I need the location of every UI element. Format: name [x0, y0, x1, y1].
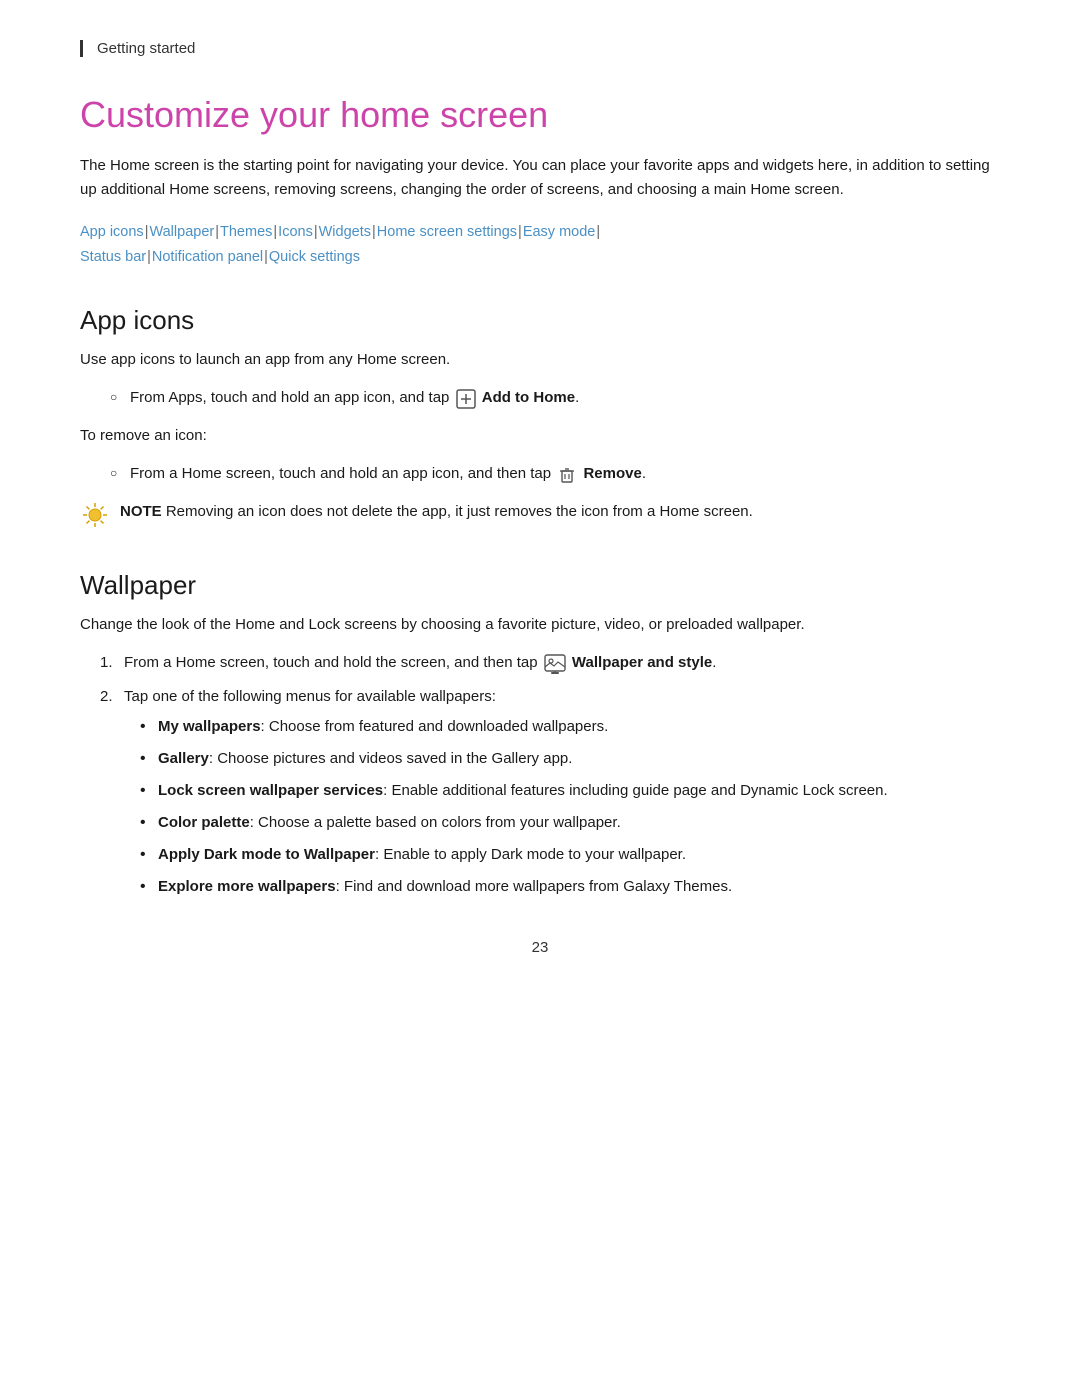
section-app-icons: App icons Use app icons to launch an app… — [80, 305, 1000, 534]
nav-link-quick-settings[interactable]: Quick settings — [269, 249, 360, 265]
nav-link-status-bar[interactable]: Status bar — [80, 249, 146, 265]
bold-dark-mode: Apply Dark mode to Wallpaper — [158, 846, 375, 863]
note-box: NOTE Removing an icon does not delete th… — [80, 500, 1000, 534]
nav-links: App icons|Wallpaper|Themes|Icons|Widgets… — [80, 220, 1000, 269]
gallery-text: : Choose pictures and videos saved in th… — [209, 750, 573, 767]
wallpaper-sub-list: My wallpapers: Choose from featured and … — [124, 715, 1000, 899]
remove-icon-bullet-list: From a Home screen, touch and hold an ap… — [80, 462, 1000, 486]
nav-link-home-screen-settings[interactable]: Home screen settings — [377, 224, 517, 240]
nav-link-notification-panel[interactable]: Notification panel — [152, 249, 263, 265]
list-item: Apply Dark mode to Wallpaper: Enable to … — [140, 843, 1000, 867]
nav-sep-1: | — [145, 224, 149, 240]
bold-text-remove: Remove — [583, 465, 641, 482]
breadcrumb: Getting started — [80, 40, 1000, 57]
explore-wallpapers-text: : Find and download more wallpapers from… — [336, 878, 733, 895]
list-item: From a Home screen, touch and hold the s… — [100, 651, 1000, 675]
bold-color-palette: Color palette — [158, 814, 250, 831]
bold-my-wallpapers: My wallpapers — [158, 718, 261, 735]
list-item: From Apps, touch and hold an app icon, a… — [110, 386, 1000, 410]
section-title-wallpaper: Wallpaper — [80, 570, 1000, 601]
list-item-text-2: Tap one of the following menus for avail… — [124, 688, 496, 705]
section-title-app-icons: App icons — [80, 305, 1000, 336]
bold-gallery: Gallery — [158, 750, 209, 767]
nav-sep-4: | — [314, 224, 318, 240]
nav-sep-5: | — [372, 224, 376, 240]
nav-sep-6: | — [518, 224, 522, 240]
nav-link-themes[interactable]: Themes — [220, 224, 272, 240]
note-label: NOTE — [120, 503, 162, 520]
nav-sep-9: | — [264, 249, 268, 265]
bold-text-add-to-home: Add to Home — [482, 389, 575, 406]
bold-explore-wallpapers: Explore more wallpapers — [158, 878, 336, 895]
list-item: Gallery: Choose pictures and videos save… — [140, 747, 1000, 771]
nav-link-app-icons[interactable]: App icons — [80, 224, 144, 240]
my-wallpapers-text: : Choose from featured and downloaded wa… — [261, 718, 609, 735]
section-desc-wallpaper: Change the look of the Home and Lock scr… — [80, 613, 1000, 637]
list-item: Color palette: Choose a palette based on… — [140, 811, 1000, 835]
nav-sep-8: | — [147, 249, 151, 265]
bold-text-wallpaper-style: Wallpaper and style — [572, 654, 712, 671]
note-content: Removing an icon does not delete the app… — [166, 503, 753, 520]
list-item: Tap one of the following menus for avail… — [100, 685, 1000, 899]
nav-link-easy-mode[interactable]: Easy mode — [523, 224, 596, 240]
list-item: From a Home screen, touch and hold an ap… — [110, 462, 1000, 486]
nav-sep-2: | — [215, 224, 219, 240]
bullet-text: From a Home screen, touch and hold an ap… — [130, 465, 646, 482]
list-item-text: From a Home screen, touch and hold the s… — [124, 654, 716, 671]
list-item: Lock screen wallpaper services: Enable a… — [140, 779, 1000, 803]
app-icons-bullet-list: From Apps, touch and hold an app icon, a… — [80, 386, 1000, 410]
dark-mode-text: : Enable to apply Dark mode to your wall… — [375, 846, 686, 863]
add-home-icon — [454, 389, 482, 406]
section-wallpaper: Wallpaper Change the look of the Home an… — [80, 570, 1000, 899]
list-item: Explore more wallpapers: Find and downlo… — [140, 875, 1000, 899]
note-text: NOTE Removing an icon does not delete th… — [120, 500, 753, 524]
list-item: My wallpapers: Choose from featured and … — [140, 715, 1000, 739]
bold-lock-screen: Lock screen wallpaper services — [158, 782, 383, 799]
nav-link-icons[interactable]: Icons — [278, 224, 313, 240]
section-desc-app-icons: Use app icons to launch an app from any … — [80, 348, 1000, 372]
nav-sep-3: | — [273, 224, 277, 240]
wallpaper-numbered-list: From a Home screen, touch and hold the s… — [80, 651, 1000, 899]
note-icon — [80, 500, 110, 534]
page-title: Customize your home screen — [80, 93, 1000, 136]
wallpaper-icon — [542, 654, 572, 671]
color-palette-text: : Choose a palette based on colors from … — [250, 814, 621, 831]
page-number: 23 — [80, 939, 1000, 956]
nav-link-wallpaper[interactable]: Wallpaper — [149, 224, 214, 240]
intro-paragraph: The Home screen is the starting point fo… — [80, 154, 1000, 202]
lock-screen-text: : Enable additional features including g… — [383, 782, 888, 799]
trash-icon — [555, 465, 583, 482]
nav-link-widgets[interactable]: Widgets — [319, 224, 371, 240]
bullet-text: From Apps, touch and hold an app icon, a… — [130, 389, 579, 406]
nav-sep-7: | — [596, 224, 600, 240]
remove-icon-label: To remove an icon: — [80, 424, 1000, 448]
